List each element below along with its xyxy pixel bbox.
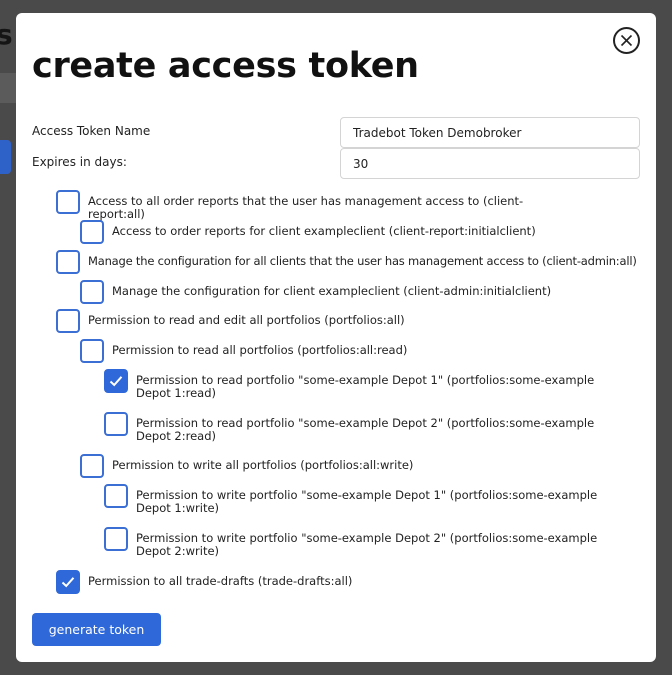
permission-label: Permission to write portfolio "some-exam…	[136, 488, 598, 515]
expires-input[interactable]	[340, 148, 640, 179]
checkbox[interactable]	[80, 280, 104, 304]
create-token-dialog: create access token Access Token Name Ex…	[16, 13, 656, 662]
permission-depot2-read[interactable]: Permission to read portfolio "some-examp…	[104, 412, 612, 443]
checkbox[interactable]	[80, 339, 104, 363]
checkbox[interactable]	[104, 527, 128, 551]
permission-trade-drafts-all[interactable]: Permission to all trade-drafts (trade-dr…	[56, 570, 564, 594]
token-name-input[interactable]	[340, 117, 640, 148]
permission-portfolios-all-write[interactable]: Permission to write all portfolios (port…	[80, 454, 588, 478]
permission-client-admin-all[interactable]: Manage the configuration for all clients…	[56, 250, 637, 274]
checkbox[interactable]	[80, 454, 104, 478]
checkbox[interactable]	[80, 220, 104, 244]
checkbox[interactable]	[104, 484, 128, 508]
permission-client-admin-initialclient[interactable]: Manage the configuration for client exam…	[80, 280, 588, 304]
permission-label: Manage the configuration for all clients…	[88, 254, 637, 268]
permission-label: Permission to read and edit all portfoli…	[88, 313, 405, 327]
permission-label: Permission to read all portfolios (portf…	[112, 343, 408, 357]
checkbox[interactable]	[56, 570, 80, 594]
permission-label: Permission to read portfolio "some-examp…	[136, 373, 595, 400]
checkbox[interactable]	[104, 369, 128, 393]
checkbox[interactable]	[104, 412, 128, 436]
close-icon	[620, 34, 633, 47]
permission-label: Access to order reports for client examp…	[112, 224, 536, 238]
permission-label: Permission to write all portfolios (port…	[112, 458, 414, 472]
close-button[interactable]	[613, 27, 640, 54]
checkbox[interactable]	[56, 190, 80, 214]
permission-depot2-write[interactable]: Permission to write portfolio "some-exam…	[104, 527, 612, 558]
checkbox[interactable]	[56, 250, 80, 274]
permission-client-report-initialclient[interactable]: Access to order reports for client examp…	[80, 220, 588, 244]
expires-label: Expires in days:	[32, 155, 127, 169]
checkmark-icon	[109, 376, 123, 387]
permission-label: Permission to all trade-drafts (trade-dr…	[88, 574, 353, 588]
token-name-label: Access Token Name	[32, 124, 151, 138]
permission-client-report-all[interactable]: Access to all order reports that the use…	[56, 190, 564, 221]
dialog-title: create access token	[32, 46, 419, 86]
permission-portfolios-all[interactable]: Permission to read and edit all portfoli…	[56, 309, 564, 333]
permission-portfolios-all-read[interactable]: Permission to read all portfolios (portf…	[80, 339, 588, 363]
permission-depot1-write[interactable]: Permission to write portfolio "some-exam…	[104, 484, 612, 515]
background-heading-fragment: s	[0, 18, 13, 51]
permission-label: Access to all order reports that the use…	[88, 194, 524, 221]
generate-token-button[interactable]: generate token	[32, 613, 161, 646]
permission-label: Permission to write portfolio "some-exam…	[136, 531, 598, 558]
checkbox[interactable]	[56, 309, 80, 333]
permission-label: Permission to read portfolio "some-examp…	[136, 416, 595, 443]
permission-label: Manage the configuration for client exam…	[112, 284, 552, 298]
permission-depot1-read[interactable]: Permission to read portfolio "some-examp…	[104, 369, 612, 400]
background-toolbar-fragment	[0, 73, 16, 103]
checkmark-icon	[61, 577, 75, 588]
background-button-fragment	[0, 140, 11, 174]
